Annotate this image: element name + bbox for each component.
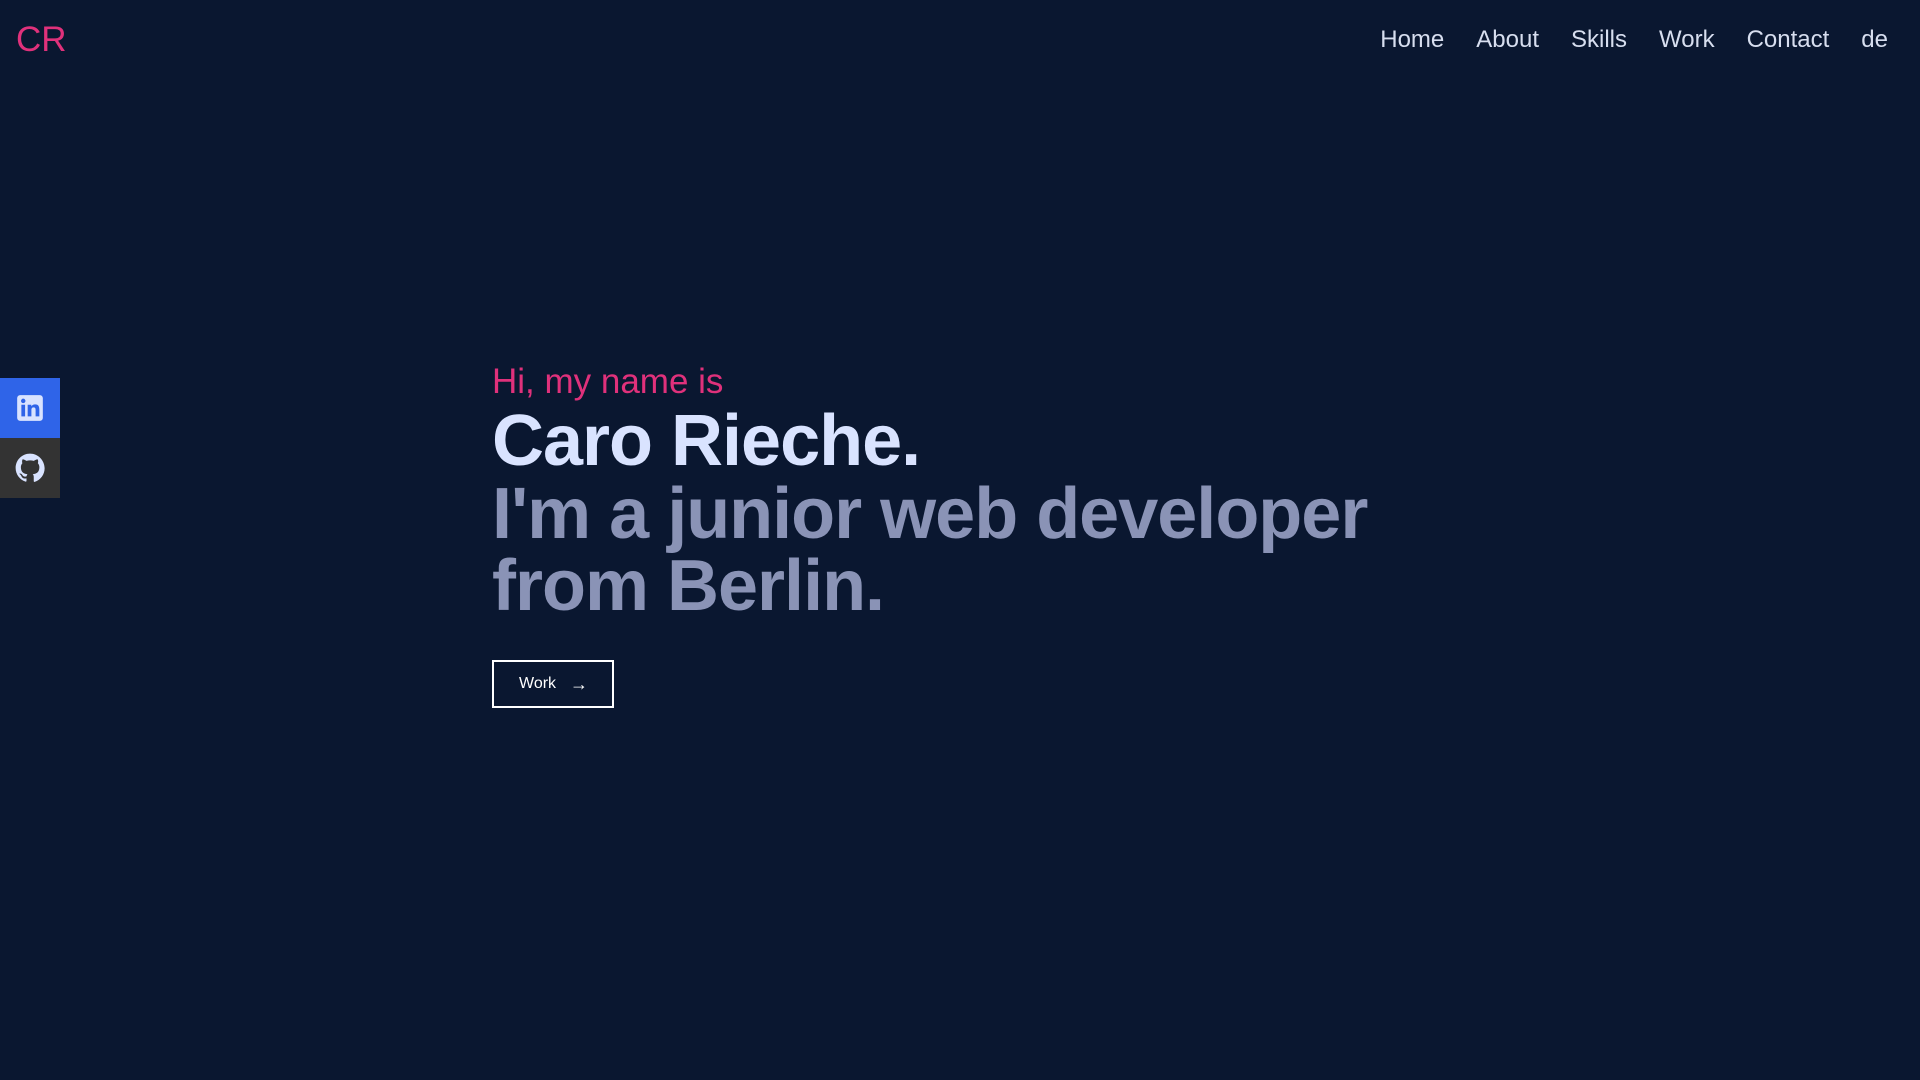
logo-link[interactable]: CR bbox=[16, 18, 67, 62]
github-icon bbox=[15, 453, 45, 482]
nav-work[interactable]: Work bbox=[1659, 22, 1715, 58]
hero-greeting: Hi, my name is bbox=[492, 362, 724, 401]
work-button-label: Work bbox=[519, 675, 557, 692]
hero-section: Hi, my name is Caro Rieche. I'm a junior… bbox=[492, 360, 1392, 708]
social-sidebar bbox=[0, 378, 60, 498]
nav-language-toggle[interactable]: de bbox=[1861, 22, 1888, 58]
linkedin-link[interactable] bbox=[0, 378, 60, 438]
nav-skills[interactable]: Skills bbox=[1571, 22, 1627, 58]
nav-about[interactable]: About bbox=[1476, 22, 1539, 58]
main-nav: Home About Skills Work Contact de bbox=[1380, 22, 1888, 58]
nav-contact[interactable]: Contact bbox=[1747, 22, 1830, 58]
page: CR Home About Skills Work Contact de Hi,… bbox=[0, 0, 1920, 1080]
arrow-right-icon: → bbox=[570, 674, 589, 694]
hero-name: Caro Rieche. bbox=[492, 401, 921, 481]
github-link[interactable] bbox=[0, 438, 60, 498]
hero-tagline: I'm a junior web developer from Berlin. bbox=[492, 478, 1392, 622]
hero-tagline-line1: I'm a junior web developer bbox=[492, 474, 1368, 554]
work-button[interactable]: Work → bbox=[492, 660, 615, 708]
nav-home[interactable]: Home bbox=[1380, 22, 1444, 58]
hero-tagline-line2: from Berlin. bbox=[492, 546, 885, 626]
linkedin-icon bbox=[17, 395, 43, 421]
